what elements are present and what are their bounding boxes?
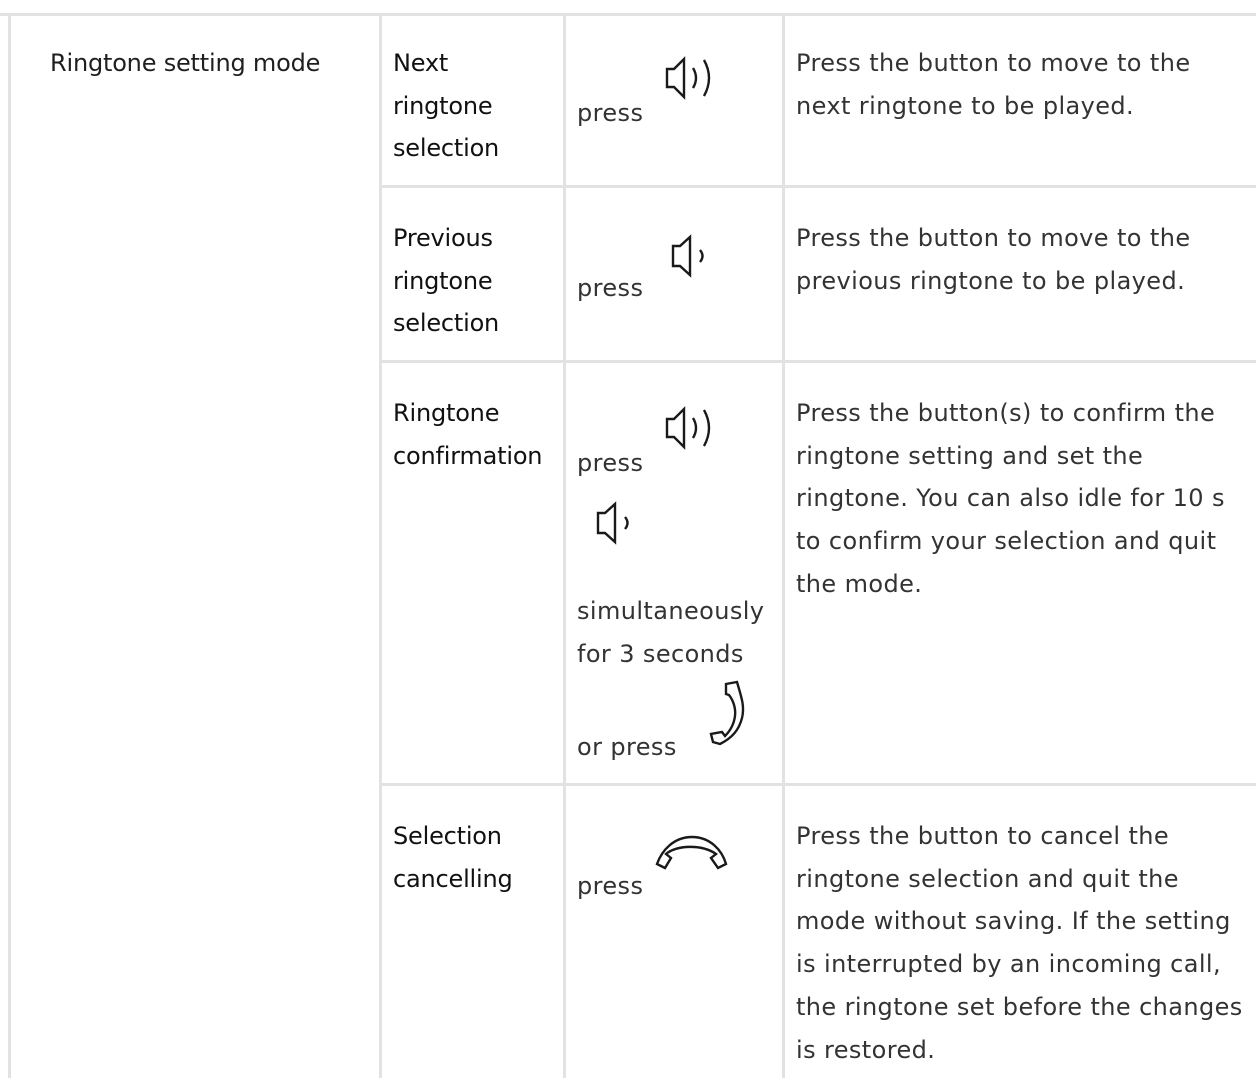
hang-up-icon [654, 830, 730, 874]
column-divider [379, 13, 382, 1078]
press-label: press [577, 872, 644, 900]
description: Press the button to cancel the ringtone … [796, 822, 1243, 1064]
volume-up-icon [664, 406, 724, 452]
action-label: Ringtone confirmation [393, 399, 543, 470]
press-label: press [577, 99, 644, 127]
action-label: Next ringtone selection [393, 49, 500, 163]
volume-down-icon [595, 501, 645, 548]
table-left-border [8, 13, 11, 1078]
description: Press the button(s) to confirm the ringt… [796, 399, 1225, 598]
description: Press the button to move to the next rin… [796, 49, 1191, 120]
column-divider [563, 13, 566, 1078]
mode-label: Ringtone setting mode [50, 49, 321, 77]
volume-down-icon [670, 234, 720, 281]
row-divider [379, 185, 1256, 188]
volume-up-icon [664, 56, 724, 102]
press-label: press [577, 274, 644, 302]
action-label: Selection cancelling [393, 822, 513, 893]
row-divider [379, 783, 1256, 786]
alternative-label: or press [577, 733, 677, 761]
action-label: Previous ringtone selection [393, 224, 500, 338]
description: Press the button to move to the previous… [796, 224, 1191, 295]
phone-handset-icon [704, 680, 756, 750]
column-divider [782, 13, 785, 1078]
duration-label: for 3 seconds [577, 640, 744, 668]
table-top-border [0, 13, 1256, 16]
simultaneous-label: simultaneously [577, 597, 765, 625]
row-divider [379, 360, 1256, 363]
press-label: press [577, 449, 644, 477]
